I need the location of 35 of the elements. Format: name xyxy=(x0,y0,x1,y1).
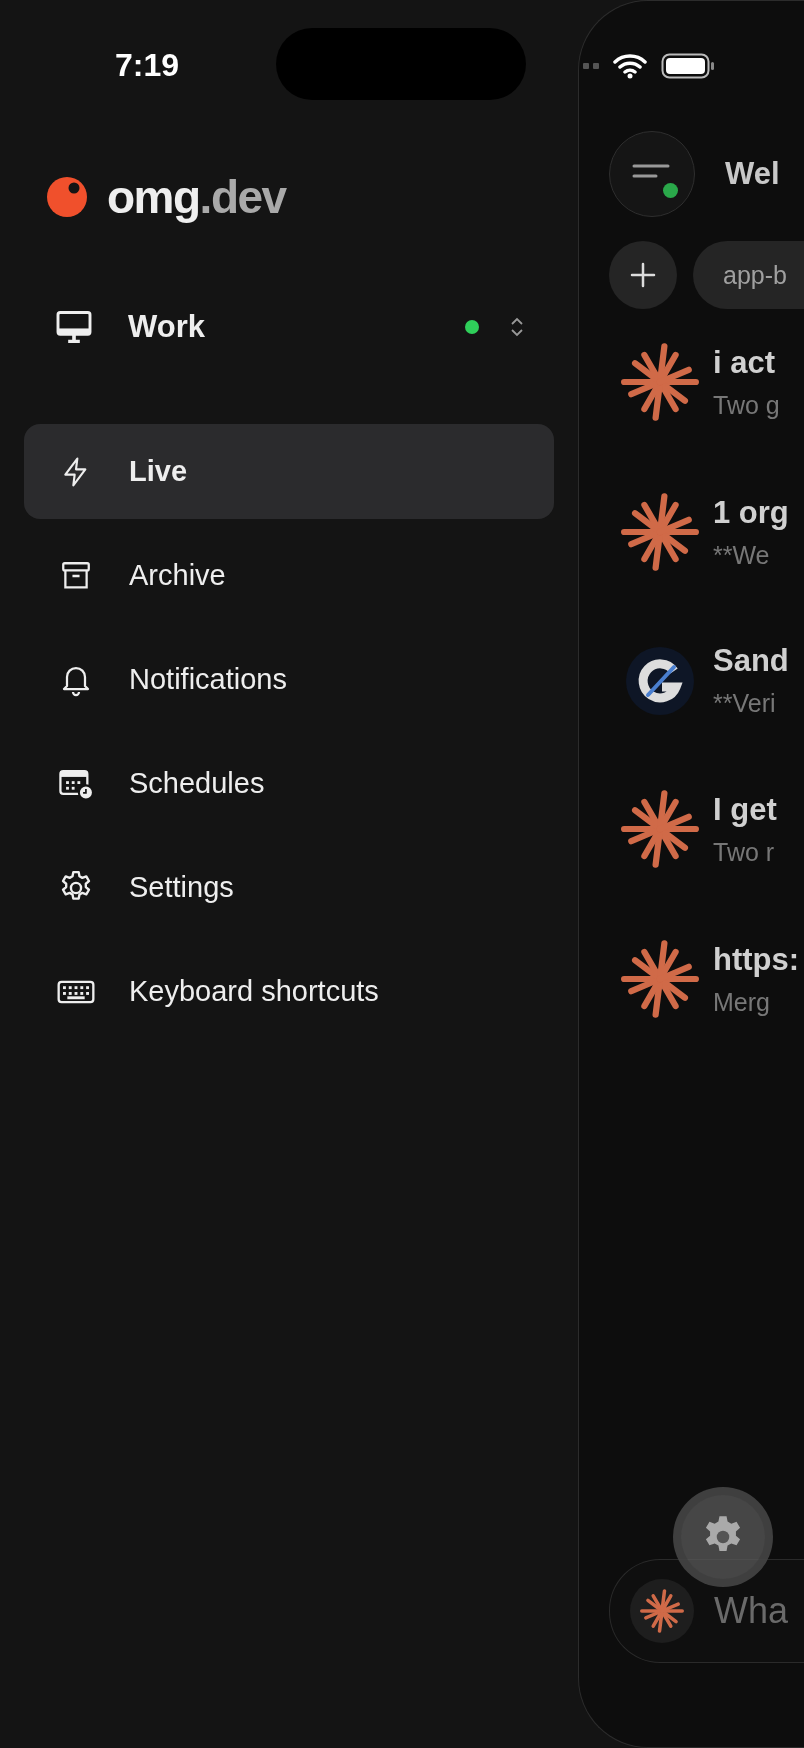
sidebar-item[interactable]: Settings xyxy=(24,840,554,935)
message-input[interactable]: Wha xyxy=(714,1591,804,1631)
keyboard-icon xyxy=(57,978,95,1005)
repo-chip[interactable]: app-b xyxy=(693,241,804,309)
session-summary: **Veri xyxy=(713,689,777,718)
session-summary: Two r xyxy=(713,837,776,867)
status-time: 7:19 xyxy=(115,46,180,84)
asterisk-icon xyxy=(621,790,699,868)
asterisk-icon xyxy=(621,343,699,421)
workspace-name[interactable]: Work xyxy=(128,309,465,345)
logo-icon xyxy=(47,177,87,217)
asterisk-icon xyxy=(621,493,699,571)
battery-icon xyxy=(661,53,715,79)
chevron-updown-icon[interactable] xyxy=(509,315,525,339)
sidebar-item[interactable]: Schedules xyxy=(24,736,554,831)
session-title[interactable]: i act xyxy=(713,344,780,381)
brand-name: omg.dev xyxy=(107,170,286,224)
page-title: Wel xyxy=(725,156,780,192)
monitor-icon xyxy=(56,311,92,343)
session-title[interactable]: 1 org xyxy=(713,494,789,531)
session-title[interactable]: https: xyxy=(713,941,800,978)
session-summary: **We xyxy=(713,540,771,570)
session-title[interactable]: I get xyxy=(713,791,777,828)
app-logo-icon xyxy=(624,644,696,717)
asterisk-icon xyxy=(621,940,699,1018)
wifi-icon xyxy=(613,53,647,79)
session-summary: Merg xyxy=(713,987,771,1017)
session-summary: Two g xyxy=(713,390,780,420)
sidebar-item[interactable]: Keyboard shortcuts xyxy=(24,944,554,1039)
sidebar-item[interactable]: Archive xyxy=(24,528,554,623)
session-title[interactable]: Sand xyxy=(713,643,789,679)
plus-icon xyxy=(630,262,656,288)
sidebar-item[interactable]: Live xyxy=(24,424,554,519)
asterisk-icon xyxy=(640,1589,684,1633)
sidebar-item[interactable]: Notifications xyxy=(24,632,554,727)
